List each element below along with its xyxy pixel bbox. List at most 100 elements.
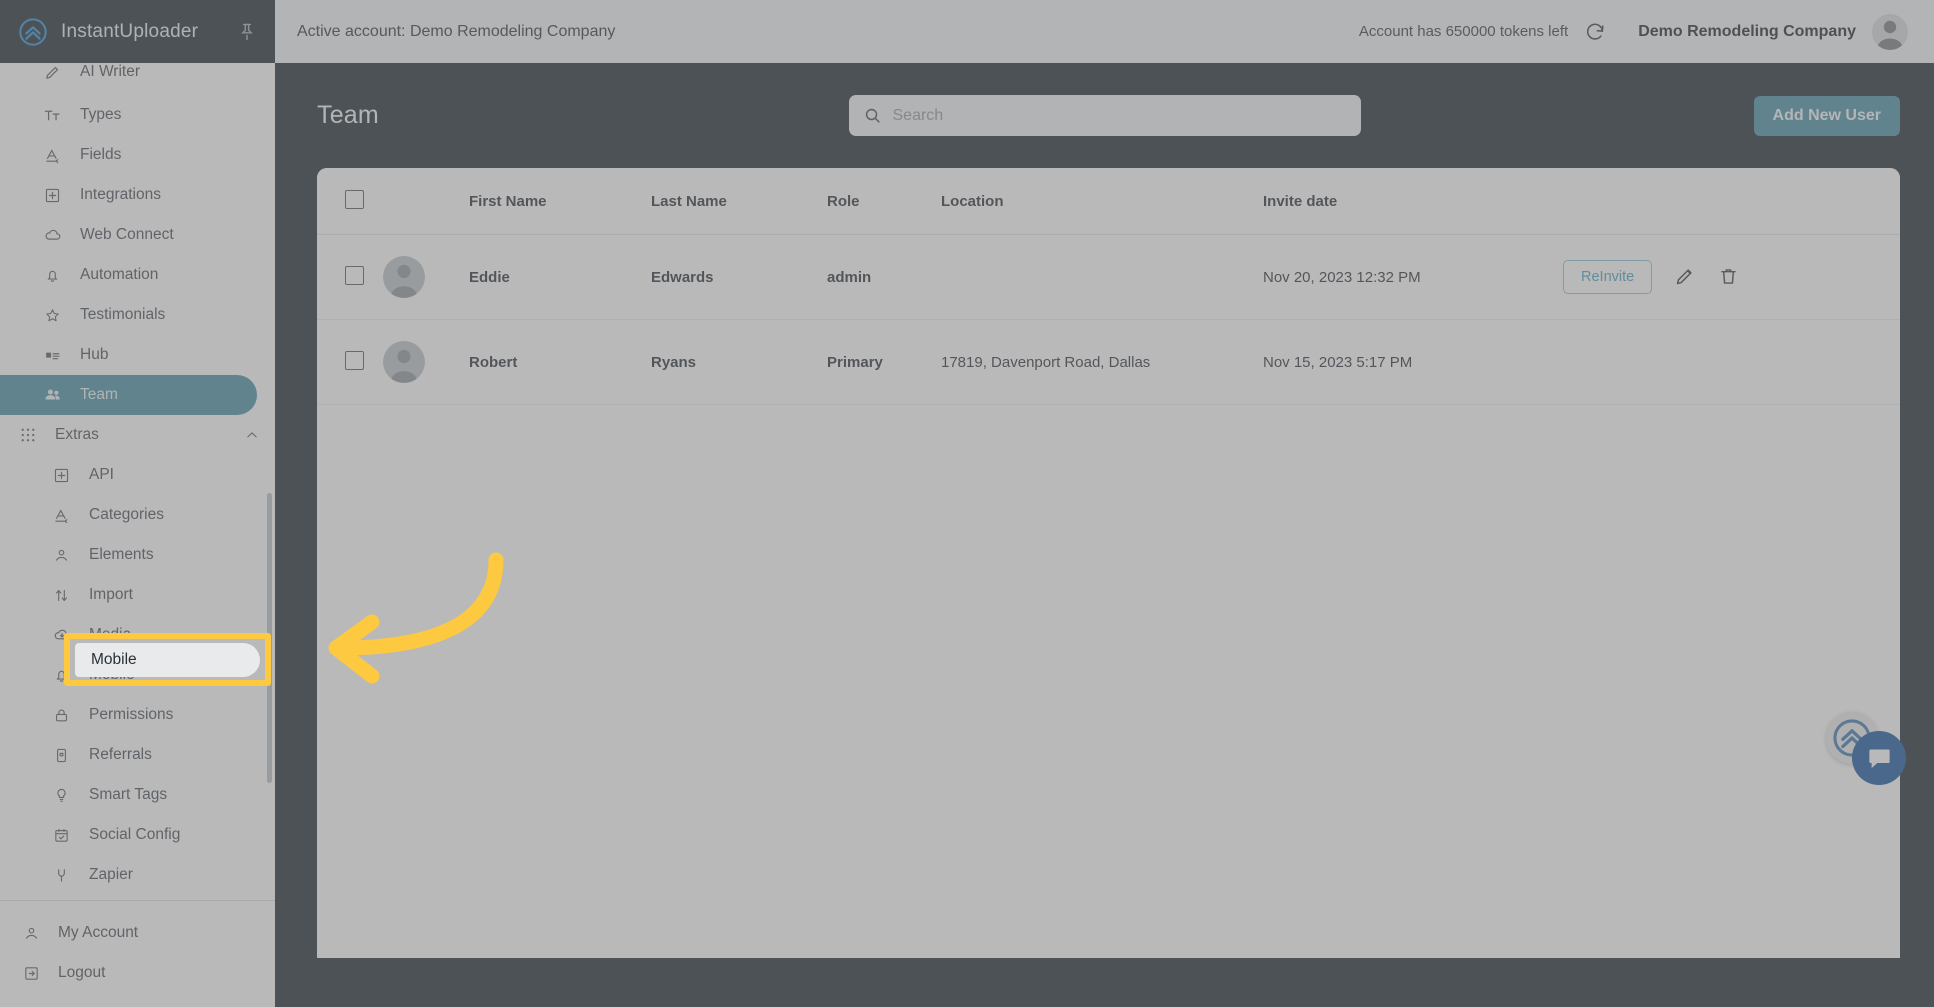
avatar[interactable]: [1872, 13, 1908, 50]
select-all-checkbox[interactable]: [345, 190, 364, 209]
search-icon: [863, 106, 882, 125]
table-header: First Name Last Name Role Location Invit…: [317, 168, 1900, 235]
sidebar-item-api[interactable]: API: [0, 455, 275, 495]
sidebar-item-label: Logout: [58, 964, 106, 981]
role-header[interactable]: Role: [827, 168, 941, 235]
sidebar-item-label: Smart Tags: [89, 786, 168, 803]
star-icon: [43, 306, 62, 325]
sidebar-item-types[interactable]: Types: [0, 95, 275, 135]
search-box[interactable]: [848, 95, 1361, 136]
invite-date-cell: Nov 20, 2023 12:32 PM: [1263, 234, 1563, 320]
sidebar-item-team[interactable]: Team: [0, 375, 257, 415]
letter-a-icon: [43, 146, 62, 165]
sidebar-item-automation[interactable]: Automation: [0, 255, 275, 295]
sidebar: InstantUploader AI Writer Types Fields I…: [0, 0, 275, 1007]
last-name-cell: Ryans: [651, 319, 827, 405]
sidebar-item-fields[interactable]: Fields: [0, 135, 275, 175]
location-cell: 17819, Davenport Road, Dallas: [941, 319, 1263, 405]
plug-icon: [52, 866, 71, 885]
sidebar-item-label: Social Config: [89, 826, 181, 843]
bell-icon: [43, 266, 62, 285]
table-row[interactable]: Eddie Edwards admin Nov 20, 2023 12:32 P…: [317, 234, 1900, 320]
add-new-user-button[interactable]: Add New User: [1753, 95, 1900, 136]
people-icon: [43, 386, 62, 405]
sidebar-item-import[interactable]: Import: [0, 575, 275, 615]
account-name-label: Demo Remodeling Company: [1638, 22, 1856, 40]
phone-icon: [52, 746, 71, 765]
row-actions-cell: ReInvite: [1563, 234, 1900, 320]
person-icon: [52, 546, 71, 565]
first-name-header[interactable]: First Name: [469, 168, 651, 235]
row-select-cell: [317, 319, 383, 405]
plus-square-icon: [52, 466, 71, 485]
sidebar-group-extras[interactable]: Extras: [0, 415, 275, 455]
last-name-cell: Edwards: [651, 234, 827, 320]
pin-icon[interactable]: [237, 22, 257, 42]
sidebar-item-elements[interactable]: Elements: [0, 535, 275, 575]
plus-square-icon: [43, 186, 62, 205]
sidebar-item-integrations[interactable]: Integrations: [0, 175, 275, 215]
team-table: First Name Last Name Role Location Invit…: [317, 168, 1900, 405]
sidebar-item-referrals[interactable]: Referrals: [0, 735, 275, 775]
sidebar-item-categories[interactable]: Categories: [0, 495, 275, 535]
cloud-icon: [43, 226, 62, 245]
chat-button[interactable]: [1852, 731, 1906, 785]
row-checkbox[interactable]: [345, 350, 364, 370]
sidebar-item-logout[interactable]: Logout: [0, 953, 275, 993]
location-header[interactable]: Location: [941, 168, 1263, 235]
page-header: Team Add New User: [275, 63, 1934, 168]
sidebar-item-my-account[interactable]: My Account: [0, 913, 275, 953]
sidebar-item-web-connect[interactable]: Web Connect: [0, 215, 275, 255]
top-bar-right: Account has 650000 tokens left Demo Remo…: [1358, 13, 1908, 50]
sidebar-item-social-config[interactable]: Social Config: [0, 815, 275, 855]
grid-dots-icon: [17, 426, 38, 445]
role-cell: Primary: [827, 319, 941, 405]
top-bar: Active account: Demo Remodeling Company …: [275, 0, 1934, 63]
row-actions: ReInvite: [1563, 260, 1900, 294]
chevron-up-icon[interactable]: [245, 428, 259, 442]
sidebar-item-hub[interactable]: Hub: [0, 335, 275, 375]
refresh-icon[interactable]: [1584, 21, 1606, 43]
sidebar-item-ai-writer[interactable]: AI Writer: [0, 63, 275, 95]
lightbulb-icon: [52, 786, 71, 805]
sidebar-item-label: Web Connect: [80, 226, 174, 243]
reinvite-button[interactable]: ReInvite: [1563, 260, 1653, 294]
sidebar-brand: InstantUploader: [0, 0, 275, 63]
delete-trash-icon[interactable]: [1718, 266, 1740, 288]
table-header-row: First Name Last Name Role Location Invit…: [317, 168, 1900, 235]
sidebar-item-label: Team: [80, 386, 118, 403]
calendar-check-icon: [52, 826, 71, 845]
card-list-icon: [43, 346, 62, 365]
avatar-header: [383, 168, 469, 235]
sidebar-item-testimonials[interactable]: Testimonials: [0, 295, 275, 335]
row-checkbox[interactable]: [345, 265, 364, 285]
team-table-card: First Name Last Name Role Location Invit…: [317, 168, 1900, 958]
sidebar-item-label: Referrals: [89, 746, 152, 763]
logout-icon: [22, 964, 41, 983]
pencil-icon: [43, 63, 62, 82]
sidebar-item-label: Zapier: [89, 866, 133, 883]
edit-pencil-icon[interactable]: [1674, 266, 1696, 288]
first-name-cell: Eddie: [469, 234, 651, 320]
person-icon: [22, 924, 41, 943]
tokens-left-label: Account has 650000 tokens left: [1358, 23, 1569, 40]
sidebar-item-label: Import: [89, 586, 133, 603]
chat-bubble-icon: [1866, 745, 1893, 772]
sidebar-item-label: API: [89, 466, 114, 483]
last-name-header[interactable]: Last Name: [651, 168, 827, 235]
sidebar-footer: My Account Logout: [0, 900, 275, 1007]
search-input[interactable]: [892, 106, 1347, 125]
sidebar-item-label: My Account: [58, 924, 139, 941]
sidebar-item-zapier[interactable]: Zapier: [0, 855, 275, 895]
sidebar-item-smart-tags[interactable]: Smart Tags: [0, 775, 275, 815]
up-down-arrows-icon: [52, 586, 71, 605]
table-row[interactable]: Robert Ryans Primary 17819, Davenport Ro…: [317, 319, 1900, 405]
avatar: [383, 341, 425, 383]
role-cell: admin: [827, 234, 941, 320]
invite-date-header[interactable]: Invite date: [1263, 168, 1563, 235]
row-avatar-cell: [383, 234, 469, 320]
sidebar-item-permissions[interactable]: Permissions: [0, 695, 275, 735]
sidebar-item-label: Elements: [89, 546, 154, 563]
sidebar-item-label: Hub: [80, 346, 109, 363]
lock-icon: [52, 706, 71, 725]
